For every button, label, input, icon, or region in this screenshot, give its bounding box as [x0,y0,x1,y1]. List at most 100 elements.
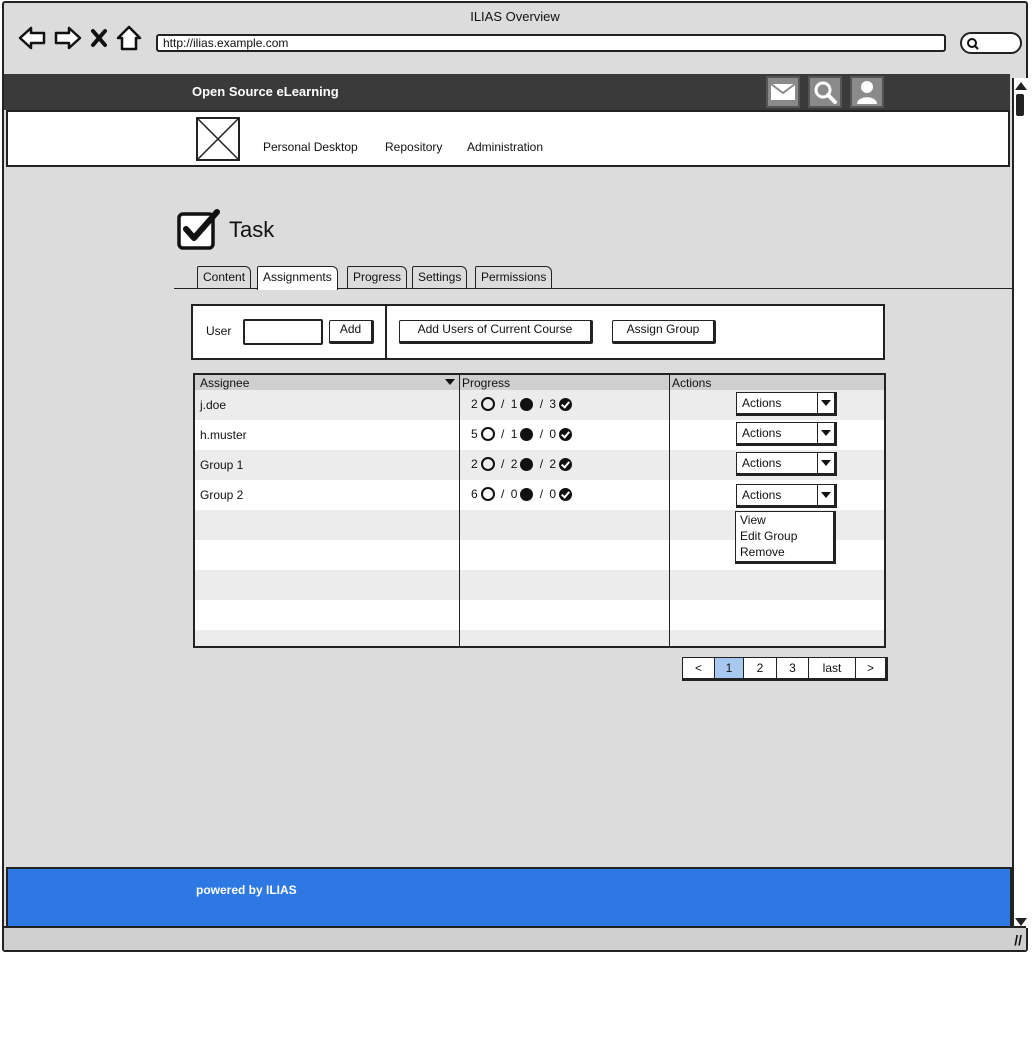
column-header-assignee[interactable]: Assignee [200,376,249,390]
assign-group-button[interactable]: Assign Group [612,320,716,344]
open-circle-icon [480,457,495,471]
in-progress-dot-icon [520,397,534,411]
toolbar-separator [385,304,387,360]
column-divider [459,375,460,646]
add-button[interactable]: Add [329,320,374,344]
home-icon[interactable] [116,25,142,51]
column-header-actions: Actions [672,376,712,390]
page-footer: powered by ILIAS [6,867,1012,928]
actions-dropdown-label: Actions [742,426,782,440]
footer-text: powered by ILIAS [196,883,297,897]
menu-item-view[interactable]: View [740,513,766,527]
search-icon [967,38,979,50]
chevron-down-icon [817,423,834,443]
in-progress-count: 1 [510,427,518,441]
open-count: 5 [471,427,478,441]
actions-dropdown[interactable]: Actions [736,484,837,508]
stop-icon[interactable] [90,27,108,49]
column-divider [669,375,670,646]
search-icon [814,81,837,104]
status-bar: // [4,926,1026,950]
tab-assignments[interactable]: Assignments [257,266,338,290]
logo-placeholder [196,117,240,161]
assignee-cell: j.doe [200,398,227,412]
table-row: h.muster 5 / 1 / 0 Actions [195,420,884,450]
task-checkbox-icon [177,209,220,250]
open-circle-icon [480,397,495,411]
pagination-page-3[interactable]: 3 [777,658,809,678]
in-progress-count: 0 [510,487,518,501]
mail-button[interactable] [766,76,800,108]
open-count: 2 [471,397,478,411]
actions-dropdown[interactable]: Actions [736,392,837,416]
table-row: Group 2 6 / 0 / 0 Actions [195,480,884,510]
actions-dropdown[interactable]: Actions [736,452,837,476]
tab-content[interactable]: Content [197,266,252,288]
url-bar[interactable]: http://ilias.example.com [156,34,946,52]
column-header-progress[interactable]: Progress [462,376,510,390]
actions-dropdown[interactable]: Actions [736,422,837,446]
table-row-empty [195,600,884,630]
done-check-icon [559,457,573,471]
back-icon[interactable] [18,25,46,51]
progress-cell: 6 / 0 / 0 [471,487,573,501]
menu-item-remove[interactable]: Remove [740,545,785,559]
tab-progress[interactable]: Progress [347,266,408,288]
browser-nav [18,25,142,51]
progress-cell: 2 / 1 / 3 [471,397,573,411]
table-row: j.doe 2 / 1 / 3 Actions [195,390,884,420]
chevron-down-icon [817,393,834,413]
brand-title: Open Source eLearning [192,84,339,99]
done-count: 0 [549,487,557,501]
user-button[interactable] [850,76,884,108]
vertical-scrollbar[interactable] [1012,78,1028,928]
table-row-empty [195,570,884,600]
assignment-toolbar: User Add Add Users of Current Course Ass… [191,304,885,360]
pagination-page-2[interactable]: 2 [744,658,777,678]
pagination-last[interactable]: last [809,658,856,678]
done-check-icon [559,487,573,501]
open-circle-icon [480,487,495,501]
in-progress-dot-icon [520,487,534,501]
assignee-cell: Group 1 [200,458,244,472]
actions-dropdown-label: Actions [742,488,782,502]
resize-grip-icon[interactable]: // [1014,932,1022,948]
window-title: ILIAS Overview [470,9,560,24]
pagination-next[interactable]: > [856,658,885,678]
pagination: < 1 2 3 last > [682,657,888,681]
table-header: Assignee Progress Actions [195,375,884,390]
nav-administration[interactable]: Administration [467,140,543,154]
progress-cell: 2 / 2 / 2 [471,457,573,471]
tab-settings[interactable]: Settings [412,266,468,288]
done-count: 2 [549,457,557,471]
sort-desc-icon[interactable] [445,379,455,385]
done-count: 3 [549,397,557,411]
chevron-down-icon [817,485,834,505]
mail-icon [770,83,796,100]
nav-personal-desktop[interactable]: Personal Desktop [263,140,358,154]
actions-dropdown-label: Actions [742,456,782,470]
add-users-of-current-course-button[interactable]: Add Users of Current Course [399,320,593,344]
pagination-page-1[interactable]: 1 [715,658,744,678]
table-row: Group 1 2 / 2 / 2 Actions [195,450,884,480]
assignee-cell: Group 2 [200,488,244,502]
menu-item-edit-group[interactable]: Edit Group [740,529,797,543]
actions-dropdown-label: Actions [742,396,782,410]
in-progress-dot-icon [520,427,534,441]
done-check-icon [559,397,573,411]
open-circle-icon [480,427,495,441]
scroll-thumb[interactable] [1016,94,1024,116]
pagination-prev[interactable]: < [683,658,715,678]
nav-repository[interactable]: Repository [385,140,442,154]
scroll-down-icon[interactable] [1015,918,1027,926]
open-count: 6 [471,487,478,501]
scroll-up-icon[interactable] [1015,82,1027,90]
tab-permissions[interactable]: Permissions [475,266,553,288]
in-progress-count: 2 [510,457,518,471]
page-title: Task [229,217,275,242]
search-button[interactable] [808,76,842,108]
user-input[interactable] [243,319,323,345]
forward-icon[interactable] [54,25,82,51]
browser-search-field[interactable] [960,32,1022,54]
progress-cell: 5 / 1 / 0 [471,427,573,441]
